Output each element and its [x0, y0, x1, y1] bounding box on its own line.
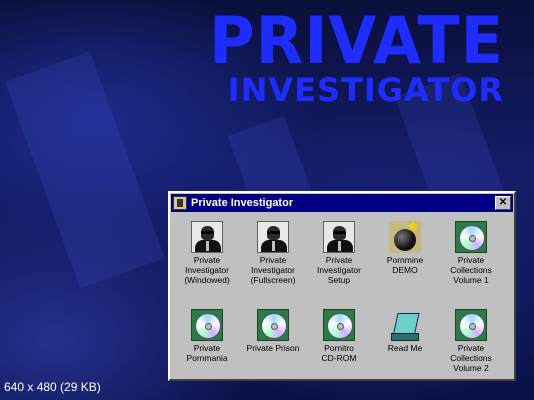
window-title: Private Investigator	[191, 197, 294, 209]
program-group-window: Private Investigator ✕ Private Investiga…	[168, 191, 516, 381]
program-label: Private Investigator (Fullscreen)	[250, 255, 296, 285]
program-label: Private Collections Volume 1	[450, 255, 492, 285]
cd-icon[interactable]	[323, 309, 355, 341]
cd-icon[interactable]	[455, 221, 487, 253]
cd-icon[interactable]	[191, 309, 223, 341]
cd-icon[interactable]	[257, 309, 289, 341]
program-label: Private Pornmania	[186, 343, 228, 363]
program-label: Read Me	[387, 343, 423, 353]
close-button[interactable]: ✕	[495, 196, 511, 210]
program-icon-collections-vol1[interactable]: Private Collections Volume 1	[438, 221, 504, 309]
banner-line-1: PRIVATE	[209, 2, 504, 79]
program-icon-read-me[interactable]: Read Me	[372, 309, 438, 395]
banner-title: PRIVATE INVESTIGATOR	[209, 2, 504, 106]
cd-icon[interactable]	[455, 309, 487, 341]
readme-icon[interactable]	[389, 309, 421, 341]
program-icon-pi-windowed[interactable]: Private Investigator (Windowed)	[174, 221, 240, 309]
program-label: Private Prison	[246, 343, 300, 353]
icon-grid: Private Investigator (Windowed) Private …	[170, 213, 514, 395]
window-titlebar[interactable]: Private Investigator ✕	[171, 194, 513, 212]
program-label: Private Collections Volume 2	[450, 343, 492, 373]
program-label: Private Investigator (Windowed)	[184, 255, 230, 285]
agent-icon[interactable]	[257, 221, 289, 253]
app-icon[interactable]	[173, 196, 187, 210]
program-label: Private Investigator Setup	[317, 255, 361, 285]
image-size-caption: 640 x 480 (29 KB)	[4, 380, 101, 394]
program-label: Pornmine DEMO	[386, 255, 424, 275]
program-icon-collections-vol2[interactable]: Private Collections Volume 2	[438, 309, 504, 395]
program-label: Pornitro CD-ROM	[321, 343, 357, 363]
program-icon-pi-setup[interactable]: Private Investigator Setup	[306, 221, 372, 309]
program-icon-private-prison[interactable]: Private Prison	[240, 309, 306, 395]
bomb-icon[interactable]	[389, 221, 421, 253]
agent-icon[interactable]	[323, 221, 355, 253]
program-icon-pornmania[interactable]: Private Pornmania	[174, 309, 240, 395]
program-icon-pi-fullscreen[interactable]: Private Investigator (Fullscreen)	[240, 221, 306, 309]
program-icon-pornitro-cdrom[interactable]: Pornitro CD-ROM	[306, 309, 372, 395]
agent-icon[interactable]	[191, 221, 223, 253]
program-icon-pornmine-demo[interactable]: Pornmine DEMO	[372, 221, 438, 309]
